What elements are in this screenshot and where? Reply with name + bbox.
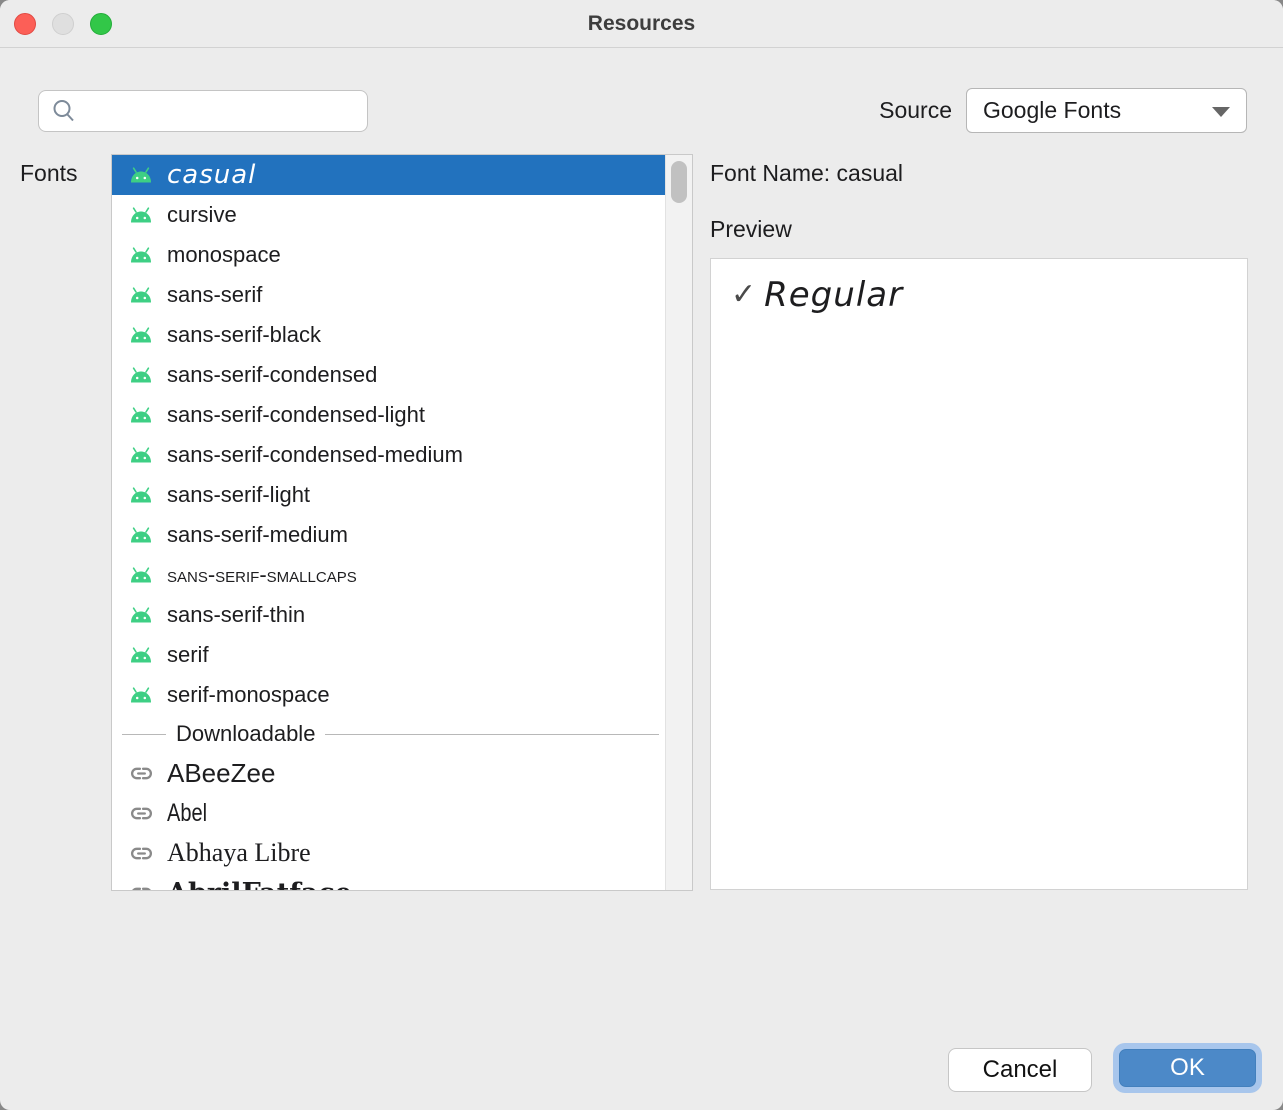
- source-dropdown-value: Google Fonts: [983, 97, 1121, 124]
- source-label: Source: [879, 97, 952, 124]
- search-icon: [51, 98, 77, 124]
- separator-line: [325, 734, 659, 735]
- android-icon: [128, 363, 154, 387]
- font-list-item[interactable]: ABeeZee: [112, 753, 665, 793]
- chevron-down-icon: [1212, 107, 1230, 117]
- android-icon: [128, 243, 154, 267]
- separator-label: Downloadable: [176, 721, 315, 747]
- font-list-item[interactable]: sans-serif-thin: [112, 595, 665, 635]
- link-icon: [128, 841, 154, 865]
- scrollbar-thumb[interactable]: [671, 161, 687, 203]
- preview-label: Preview: [710, 216, 792, 243]
- fonts-label: Fonts: [20, 160, 78, 187]
- font-list-item[interactable]: sans-serif-black: [112, 315, 665, 355]
- cancel-button[interactable]: Cancel: [948, 1048, 1092, 1092]
- font-list-item-label: sans-serif-light: [167, 482, 310, 508]
- android-icon: [128, 523, 154, 547]
- android-icon: [128, 163, 154, 187]
- title-bar: Resources: [0, 0, 1283, 48]
- font-name-value: casual: [837, 160, 903, 186]
- link-icon: [128, 801, 154, 825]
- font-list-item[interactable]: serif: [112, 635, 665, 675]
- search-input[interactable]: [85, 91, 373, 131]
- font-list-item-label: serif: [167, 642, 209, 668]
- preview-variant-row: ✓ Regular: [711, 259, 1247, 315]
- source-section: Source Google Fonts: [879, 88, 1247, 133]
- font-list-item-label: sans-serif-black: [167, 322, 321, 348]
- preview-variant-name: Regular: [764, 275, 903, 315]
- font-list-item-label: monospace: [167, 242, 281, 268]
- font-list-item[interactable]: casual: [112, 155, 665, 195]
- font-list-item-label: AbrilFatface: [167, 878, 352, 891]
- font-list: casual cursive monospace sans-serif sans-ser…: [111, 154, 693, 891]
- font-list-item-label: Abel: [167, 799, 207, 828]
- font-list-item[interactable]: sans-serif-medium: [112, 515, 665, 555]
- search-box[interactable]: [38, 90, 368, 132]
- font-list-item-label: cursive: [167, 202, 237, 228]
- font-list-item[interactable]: serif-monospace: [112, 675, 665, 715]
- link-icon: [128, 761, 154, 785]
- font-list-item-label: sans-serif-smallcaps: [167, 562, 357, 588]
- link-icon: [128, 881, 154, 890]
- android-icon: [128, 203, 154, 227]
- font-list-content: casual cursive monospace sans-serif sans-ser…: [112, 155, 665, 890]
- font-list-separator: Downloadable: [112, 715, 665, 753]
- font-list-item[interactable]: AbrilFatface: [112, 873, 665, 890]
- android-icon: [128, 563, 154, 587]
- font-list-item[interactable]: sans-serif: [112, 275, 665, 315]
- font-list-item-label: ABeeZee: [167, 758, 275, 789]
- font-list-item-label: sans-serif: [167, 282, 262, 308]
- ok-button-focus-ring: OK: [1113, 1043, 1262, 1093]
- ok-button[interactable]: OK: [1119, 1049, 1256, 1087]
- android-icon: [128, 443, 154, 467]
- font-list-item-label: sans-serif-condensed: [167, 362, 377, 388]
- font-list-item[interactable]: Abhaya Libre: [112, 833, 665, 873]
- separator-line: [122, 734, 166, 735]
- font-name-label: Font Name:: [710, 160, 830, 186]
- font-list-item-label: serif-monospace: [167, 682, 330, 708]
- font-list-item-label: sans-serif-condensed-medium: [167, 442, 463, 468]
- check-icon: ✓: [731, 280, 756, 310]
- font-list-item[interactable]: monospace: [112, 235, 665, 275]
- font-list-item[interactable]: sans-serif-condensed-light: [112, 395, 665, 435]
- font-list-item-label: Abhaya Libre: [167, 838, 311, 868]
- font-name-text: Font Name: casual: [710, 160, 903, 187]
- font-list-item[interactable]: sans-serif-smallcaps: [112, 555, 665, 595]
- android-icon: [128, 403, 154, 427]
- font-list-item-label: sans-serif-medium: [167, 522, 348, 548]
- android-icon: [128, 283, 154, 307]
- android-icon: [128, 603, 154, 627]
- font-list-item[interactable]: sans-serif-light: [112, 475, 665, 515]
- font-list-item-label: sans-serif-thin: [167, 602, 305, 628]
- scrollbar-track[interactable]: [665, 155, 692, 890]
- android-icon: [128, 323, 154, 347]
- android-icon: [128, 643, 154, 667]
- resources-dialog: Resources Source Google Fonts Fonts casu…: [0, 0, 1283, 1110]
- source-dropdown[interactable]: Google Fonts: [966, 88, 1247, 133]
- font-list-item-label: sans-serif-condensed-light: [167, 402, 425, 428]
- font-list-item[interactable]: sans-serif-condensed: [112, 355, 665, 395]
- font-list-item[interactable]: Abel: [112, 793, 665, 833]
- preview-box: ✓ Regular: [710, 258, 1248, 890]
- android-icon: [128, 483, 154, 507]
- window-title: Resources: [0, 0, 1283, 48]
- font-list-item[interactable]: sans-serif-condensed-medium: [112, 435, 665, 475]
- font-list-item-label: casual: [167, 160, 256, 190]
- font-list-item[interactable]: cursive: [112, 195, 665, 235]
- android-icon: [128, 683, 154, 707]
